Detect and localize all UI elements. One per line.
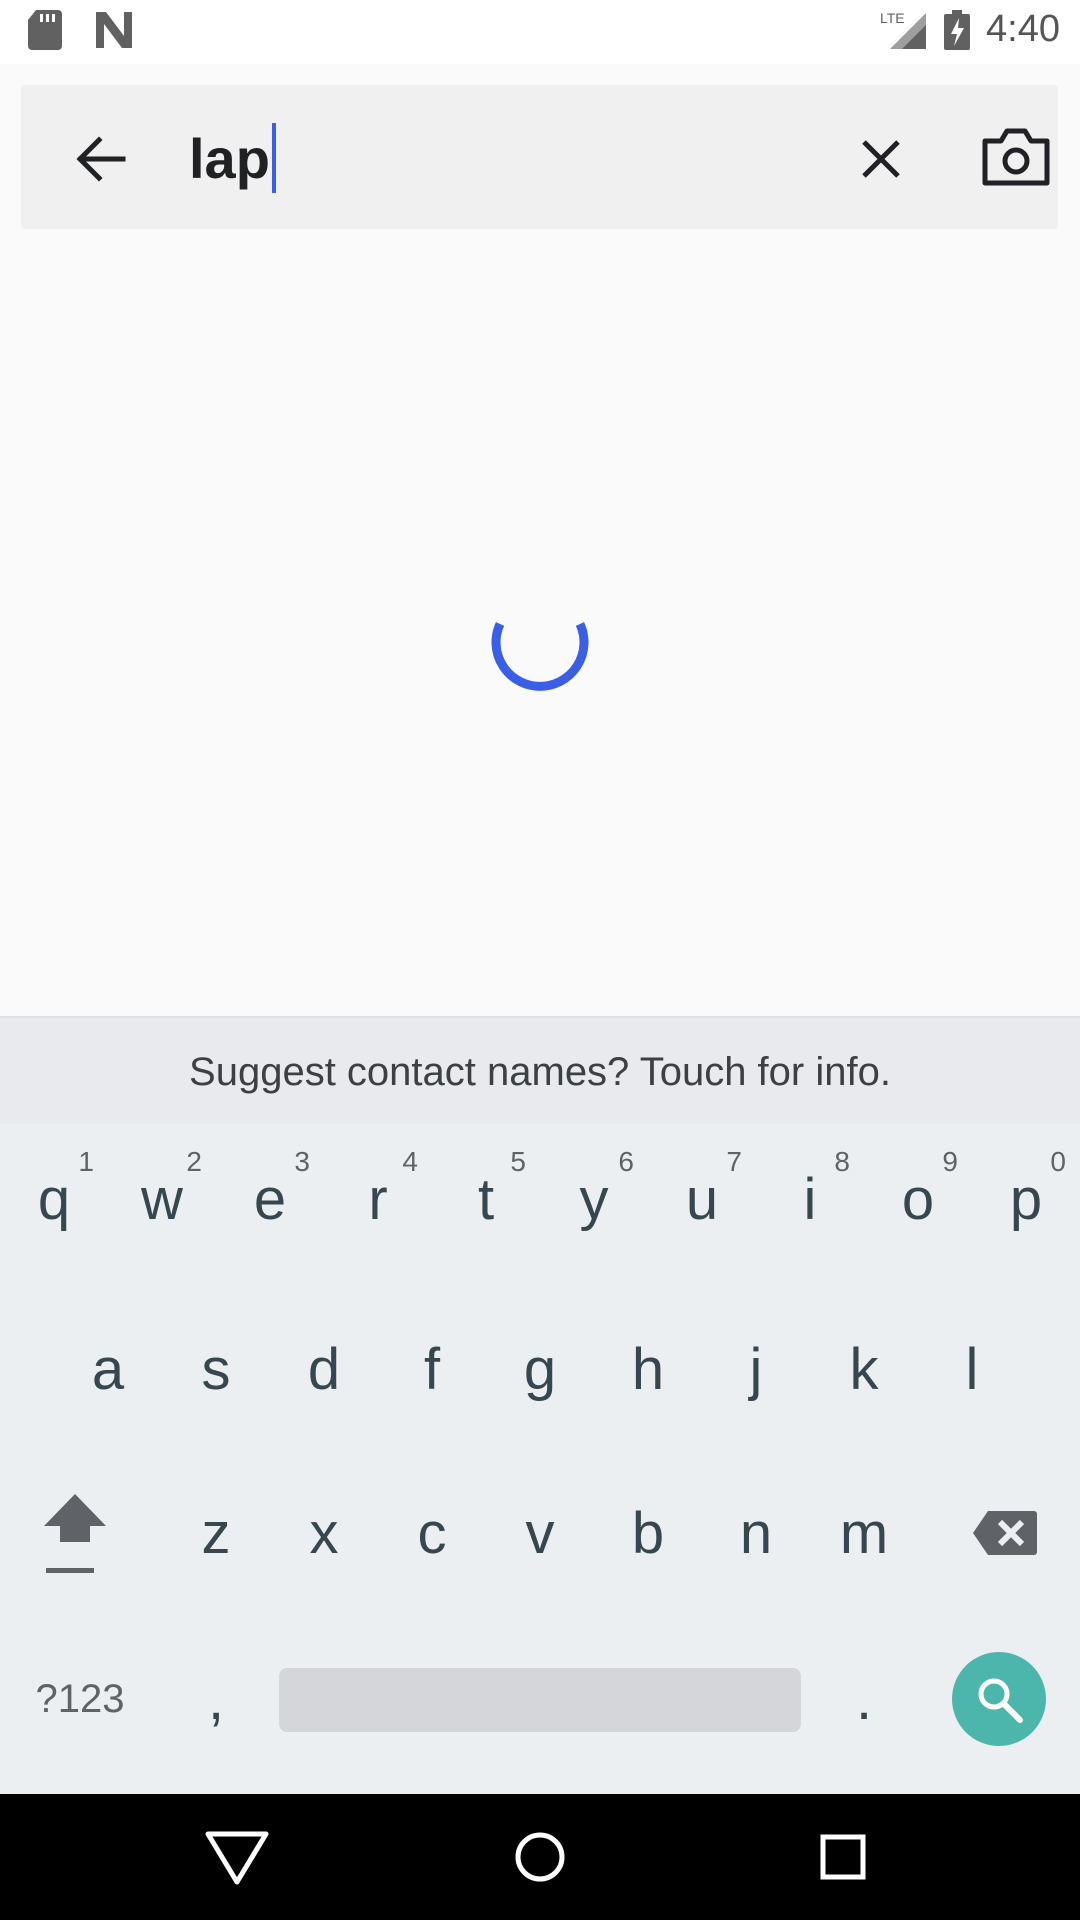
comma-key[interactable]: , [162, 1624, 270, 1774]
recents-square-icon[interactable] [808, 1824, 878, 1890]
key-h[interactable]: h [594, 1294, 702, 1444]
text-cursor [271, 123, 276, 193]
key-hint: 7 [726, 1146, 742, 1177]
n-logo-icon [96, 12, 132, 48]
status-right-icons: LTE 4:40 [880, 8, 1060, 51]
key-z[interactable]: z [162, 1458, 270, 1608]
battery-charging-icon [944, 9, 971, 50]
key-x[interactable]: x [270, 1458, 378, 1608]
key-g[interactable]: g [486, 1294, 594, 1444]
key-c[interactable]: c [378, 1458, 486, 1608]
shift-icon [44, 1494, 106, 1573]
key-e[interactable]: e3 [216, 1124, 324, 1274]
key-w[interactable]: w2 [108, 1124, 216, 1274]
key-v[interactable]: v [486, 1458, 594, 1608]
shift-key[interactable] [20, 1458, 130, 1608]
key-l[interactable]: l [918, 1294, 1026, 1444]
key-m[interactable]: m [810, 1458, 918, 1608]
signal-icon: LTE [880, 10, 927, 49]
key-k[interactable]: k [810, 1294, 918, 1444]
suggestion-text: Suggest contact names? Touch for info. [189, 1049, 891, 1094]
loading-spinner-icon [491, 622, 589, 691]
key-hint: 2 [186, 1146, 202, 1177]
key-a[interactable]: a [54, 1294, 162, 1444]
key-hint: 6 [618, 1146, 634, 1177]
key-d[interactable]: d [270, 1294, 378, 1444]
search-query-text: lap [189, 126, 270, 190]
key-u[interactable]: u7 [648, 1124, 756, 1274]
key-n[interactable]: n [702, 1458, 810, 1608]
home-circle-icon[interactable] [505, 1824, 575, 1890]
key-y[interactable]: y6 [540, 1124, 648, 1274]
search-icon [978, 1678, 1023, 1723]
sd-card-icon [28, 10, 62, 50]
symbols-key[interactable]: ?123 [20, 1654, 140, 1744]
key-hint: 4 [402, 1146, 418, 1177]
key-i[interactable]: i8 [756, 1124, 864, 1274]
key-s[interactable]: s [162, 1294, 270, 1444]
key-hint: 0 [1050, 1146, 1066, 1177]
key-hint: 5 [510, 1146, 526, 1177]
navigation-bar [0, 1794, 1080, 1920]
key-q[interactable]: q1 [0, 1124, 108, 1274]
key-t[interactable]: t5 [432, 1124, 540, 1274]
key-b[interactable]: b [594, 1458, 702, 1608]
space-bar[interactable] [279, 1668, 801, 1732]
status-left-icons [28, 10, 134, 50]
key-p[interactable]: p0 [972, 1124, 1080, 1274]
search-key[interactable] [952, 1652, 1046, 1746]
key-f[interactable]: f [378, 1294, 486, 1444]
network-label: LTE [880, 10, 905, 26]
key-o[interactable]: o9 [864, 1124, 972, 1274]
camera-icon[interactable] [981, 125, 1051, 189]
backspace-icon [973, 1511, 1037, 1555]
clear-icon[interactable] [851, 129, 911, 189]
keyboard: q1 w2 e3 r4 t5 y6 u7 i8 o9 p0 a s d f g … [0, 1124, 1080, 1794]
key-r[interactable]: r4 [324, 1124, 432, 1274]
clock-time: 4:40 [986, 8, 1060, 50]
backspace-key[interactable] [950, 1458, 1060, 1608]
search-input[interactable]: lap [189, 123, 276, 193]
back-arrow-icon[interactable] [71, 129, 131, 189]
back-triangle-icon[interactable] [202, 1824, 272, 1890]
key-hint: 3 [294, 1146, 310, 1177]
status-bar: LTE 4:40 [0, 0, 1080, 64]
key-hint: 1 [78, 1146, 94, 1177]
period-key[interactable]: . [810, 1624, 918, 1774]
key-hint: 9 [942, 1146, 958, 1177]
key-hint: 8 [834, 1146, 850, 1177]
search-bar: lap [21, 85, 1058, 229]
key-j[interactable]: j [702, 1294, 810, 1444]
keyboard-suggestion-strip[interactable]: Suggest contact names? Touch for info. [0, 1016, 1080, 1126]
